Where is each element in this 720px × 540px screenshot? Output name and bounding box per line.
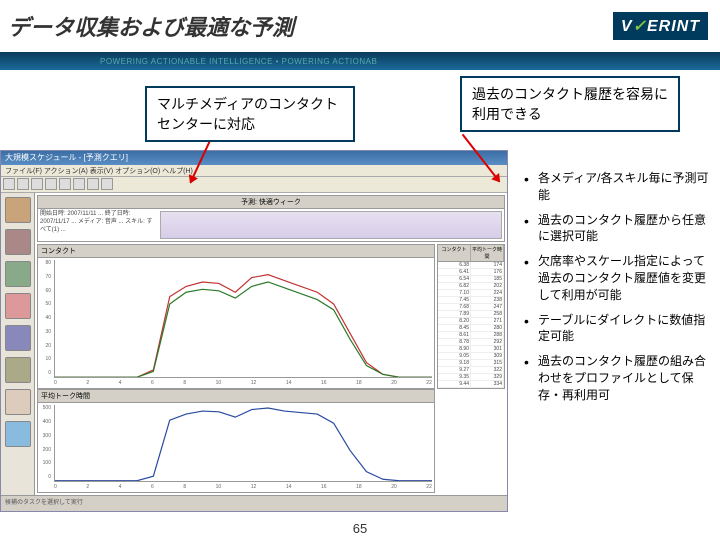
table-col2: 平均トーク時間: [471, 245, 504, 261]
app-window-screenshot: 大規模スケジュール - [予測クエリ] ファイル(F) アクション(A) 表示(…: [0, 150, 508, 512]
sidebar-icon: [5, 325, 31, 351]
chart2-yaxis: 5004003002001000: [38, 403, 52, 482]
table-row: 6.38174: [438, 262, 504, 269]
table-row: 8.20271: [438, 318, 504, 325]
slide-content: 大規模スケジュール - [予測クエリ] ファイル(F) アクション(A) 表示(…: [0, 150, 720, 530]
app-statusbar: 候補のタスクを選択して実行: [1, 495, 507, 509]
callouts: マルチメディアのコンタクトセンターに対応 過去のコンタクト履歴を容易に利用できる: [0, 72, 720, 132]
table-row: 9.44334: [438, 381, 504, 388]
app-toolbar: [1, 177, 507, 193]
table-row: 7.45238: [438, 297, 504, 304]
forecast-selector: 予測: 快適ウィーク 開始日時: 2007/11/11 ... 終了日時: 20…: [37, 195, 505, 242]
chart-aht: 平均トーク時間 5004003002001000 024681012141618…: [37, 389, 435, 493]
table-row: 7.68247: [438, 304, 504, 311]
table-row: 6.54185: [438, 276, 504, 283]
toolbar-icon: [59, 178, 71, 190]
table-row: 9.35329: [438, 374, 504, 381]
bullet-item: 過去のコンタクト履歴から任意に選択可能: [524, 212, 710, 246]
toolbar-icon: [101, 178, 113, 190]
table-row: 9.18315: [438, 360, 504, 367]
table-row: 8.45280: [438, 325, 504, 332]
forecast-params: 開始日時: 2007/11/11 ... 終了日時: 2007/11/17 ..…: [38, 209, 158, 241]
table-col1: コンタクト: [438, 245, 471, 261]
bullet-item: 過去のコンタクト履歴の組み合わせをプロファイルとして保存・再利用可: [524, 353, 710, 403]
sidebar-icon: [5, 229, 31, 255]
table-row: 7.10224: [438, 290, 504, 297]
bullet-item: 各メディア/各スキル毎に予測可能: [524, 170, 710, 204]
table-row: 8.61288: [438, 332, 504, 339]
toolbar-icon: [3, 178, 15, 190]
table-row: 9.27322: [438, 367, 504, 374]
banner-text: POWERING ACTIONABLE INTELLIGENCE • POWER…: [100, 57, 377, 66]
chart2-xaxis: 0246810121416182022: [54, 484, 432, 492]
toolbar-icon: [45, 178, 57, 190]
chart-contacts: コンタクト 80706050403020100 0246810121416182…: [37, 244, 435, 389]
toolbar-icon: [17, 178, 29, 190]
chart2-plot: [54, 405, 432, 482]
callout-history: 過去のコンタクト履歴を容易に利用できる: [460, 76, 680, 132]
toolbar-icon: [73, 178, 85, 190]
forecast-timeline: [160, 211, 502, 239]
sidebar-icon: [5, 357, 31, 383]
table-row: 6.82202: [438, 283, 504, 290]
bullet-item: テーブルにダイレクトに数値指定可能: [524, 312, 710, 346]
bullet-item: 欠席率やスケール指定によって過去のコンタクト履歴値を変更して利用が可能: [524, 253, 710, 303]
sidebar-icon: [5, 293, 31, 319]
app-sidebar: [1, 193, 35, 495]
brand-banner: POWERING ACTIONABLE INTELLIGENCE • POWER…: [0, 52, 720, 70]
sidebar-icon: [5, 421, 31, 447]
slide-header: データ収集および最適な予測 V✓ERINT: [0, 0, 720, 52]
forecast-title: 予測: 快適ウィーク: [38, 196, 504, 209]
toolbar-icon: [31, 178, 43, 190]
chart-aht-title: 平均トーク時間: [38, 390, 434, 403]
sidebar-icon: [5, 389, 31, 415]
table-row: 8.90301: [438, 346, 504, 353]
table-row: 7.89258: [438, 311, 504, 318]
table-row: 9.05309: [438, 353, 504, 360]
app-titlebar: 大規模スケジュール - [予測クエリ]: [1, 151, 507, 165]
callout-multimedia: マルチメディアのコンタクトセンターに対応: [145, 86, 355, 142]
chart1-plot: [54, 260, 432, 378]
chart-contacts-title: コンタクト: [38, 245, 434, 258]
app-menubar: ファイル(F) アクション(A) 表示(V) オプション(O) ヘルプ(H): [1, 165, 507, 177]
page-number: 65: [353, 521, 367, 536]
chart1-xaxis: 0246810121416182022: [54, 380, 432, 388]
app-main: 予測: 快適ウィーク 開始日時: 2007/11/11 ... 終了日時: 20…: [35, 193, 507, 495]
table-row: 8.78292: [438, 339, 504, 346]
table-row: 6.41176: [438, 269, 504, 276]
brand-logo: V✓ERINT: [613, 12, 708, 40]
toolbar-icon: [87, 178, 99, 190]
bullet-panel: 各メディア/各スキル毎に予測可能過去のコンタクト履歴から任意に選択可能欠席率やス…: [508, 150, 720, 530]
sidebar-icon: [5, 197, 31, 223]
chart1-yaxis: 80706050403020100: [38, 258, 52, 378]
data-table: コンタクト平均トーク時間 6.381746.411766.541856.8220…: [437, 244, 505, 389]
slide-title: データ収集および最適な予測: [8, 10, 294, 42]
sidebar-icon: [5, 261, 31, 287]
